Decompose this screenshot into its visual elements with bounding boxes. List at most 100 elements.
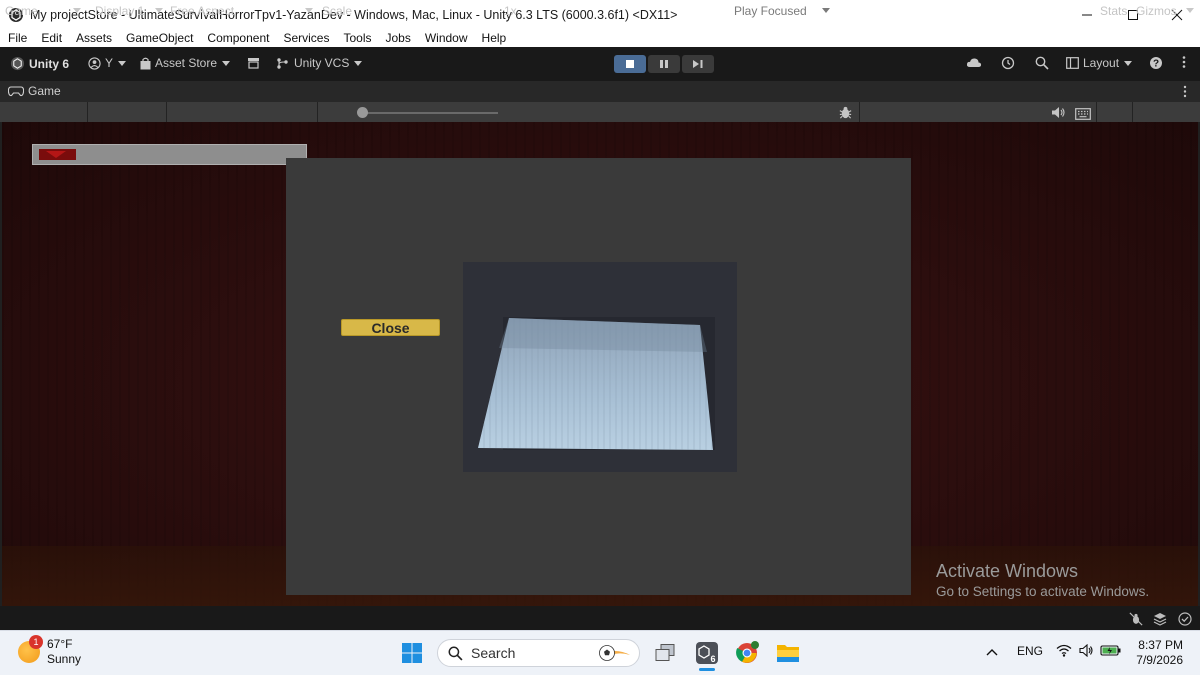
wifi-button[interactable] xyxy=(1056,644,1072,660)
divider xyxy=(317,102,318,122)
menu-tools[interactable]: Tools xyxy=(343,31,371,45)
taskbar-chrome-app[interactable] xyxy=(734,640,760,666)
divider xyxy=(87,102,88,122)
menu-services[interactable]: Services xyxy=(283,31,329,45)
paper-note-image xyxy=(478,318,713,450)
asset-store-button[interactable]: Asset Store xyxy=(140,56,231,70)
gamepad-icon xyxy=(8,85,24,96)
task-view-icon xyxy=(655,644,675,661)
unity-version-label: Unity 6 xyxy=(29,56,70,71)
package-button[interactable] xyxy=(247,57,264,69)
battery-charging-icon xyxy=(1100,645,1121,656)
search-button[interactable] xyxy=(1035,56,1053,70)
toolbar-more-button[interactable] xyxy=(1182,55,1190,69)
menu-bar: File Edit Assets GameObject Component Se… xyxy=(0,29,1200,47)
tab-game-label: Game xyxy=(28,84,61,98)
search-placeholder: Search xyxy=(471,645,516,661)
account-dropdown[interactable]: Y xyxy=(88,56,127,70)
step-icon xyxy=(693,60,703,68)
check-circle-icon xyxy=(1178,612,1192,626)
unity-vcs-dropdown[interactable]: Unity VCS xyxy=(276,56,363,70)
divider xyxy=(859,102,860,122)
volume-button[interactable] xyxy=(1079,643,1094,660)
menu-gameobject[interactable]: GameObject xyxy=(126,31,193,45)
chevron-down-icon xyxy=(118,60,127,66)
stop-button[interactable] xyxy=(614,55,646,73)
taskbar-explorer-app[interactable] xyxy=(775,640,801,666)
chevron-down-icon xyxy=(73,8,81,13)
tab-more-button[interactable] xyxy=(1183,85,1187,103)
unity-hub-icon: 6 xyxy=(696,642,718,664)
menu-jobs[interactable]: Jobs xyxy=(385,31,410,45)
game-view-toolbar xyxy=(0,102,1200,122)
chevron-down-icon xyxy=(354,60,363,66)
scale-slider-track[interactable] xyxy=(366,112,498,114)
layout-icon xyxy=(1066,57,1079,69)
clock-time: 8:37 PM xyxy=(1138,638,1183,652)
health-bar xyxy=(32,144,307,165)
aspect-select-value: Free Aspect xyxy=(170,3,235,18)
menu-window[interactable]: Window xyxy=(425,31,468,45)
bug-icon xyxy=(839,106,852,119)
close-button[interactable]: Close xyxy=(341,319,440,336)
sun-icon: 1 xyxy=(18,635,43,663)
scale-slider-handle[interactable] xyxy=(357,107,368,118)
speaker-icon xyxy=(1052,107,1065,118)
search-icon xyxy=(448,646,463,661)
game-view-select[interactable]: Game xyxy=(5,2,83,19)
shopping-bag-icon xyxy=(140,57,151,69)
chevron-down-icon xyxy=(155,8,163,13)
task-view-button[interactable] xyxy=(652,640,678,666)
status-bar xyxy=(0,606,1200,630)
menu-assets[interactable]: Assets xyxy=(76,31,112,45)
help-button[interactable]: ? xyxy=(1149,56,1167,70)
mute-audio-button[interactable] xyxy=(1051,104,1066,121)
layers-button[interactable] xyxy=(1153,612,1167,631)
gizmos-dropdown[interactable]: Gizmos xyxy=(1136,2,1194,19)
bug-off-icon xyxy=(1129,612,1143,626)
shortcuts-button[interactable] xyxy=(1075,105,1091,122)
pause-icon xyxy=(660,60,668,68)
package-icon xyxy=(248,58,259,69)
stop-icon xyxy=(626,60,634,68)
status-check-button[interactable] xyxy=(1178,612,1192,631)
keyboard-icon xyxy=(1075,107,1091,120)
weather-widget[interactable]: 1 67°F Sunny xyxy=(18,635,82,667)
cloud-button[interactable] xyxy=(966,57,986,68)
battery-button[interactable] xyxy=(1100,644,1122,660)
tab-bar: Game xyxy=(0,81,1200,102)
soccer-ball-icon xyxy=(599,645,630,661)
active-app-indicator xyxy=(699,668,715,671)
debug-button[interactable] xyxy=(838,104,853,121)
layout-dropdown[interactable]: Layout xyxy=(1066,56,1133,70)
taskbar-search[interactable]: Search xyxy=(437,639,640,667)
scale-value: 1x xyxy=(504,3,517,18)
display-select[interactable]: Display 1 xyxy=(95,2,163,19)
aspect-select[interactable]: Free Aspect xyxy=(170,2,313,19)
show-hidden-icons-button[interactable] xyxy=(986,645,998,659)
menu-help[interactable]: Help xyxy=(482,31,507,45)
gizmos-label: Gizmos xyxy=(1136,3,1177,18)
taskbar-unity-app[interactable]: 6 xyxy=(694,640,720,666)
unity-account-menu[interactable]: Unity 6 xyxy=(10,56,69,71)
menu-file[interactable]: File xyxy=(8,31,27,45)
pause-button[interactable] xyxy=(648,55,680,73)
menu-component[interactable]: Component xyxy=(207,31,269,45)
more-vertical-icon xyxy=(1182,56,1186,68)
play-focused-select[interactable]: Play Focused xyxy=(734,2,830,19)
stats-toggle[interactable]: Stats xyxy=(1100,2,1127,19)
history-button[interactable] xyxy=(1001,56,1019,70)
chevron-up-icon xyxy=(986,649,998,656)
menu-edit[interactable]: Edit xyxy=(41,31,62,45)
step-button[interactable] xyxy=(682,55,714,73)
branch-icon xyxy=(277,57,288,69)
display-select-value: Display 1 xyxy=(95,3,145,18)
start-button[interactable] xyxy=(399,640,425,666)
debug-off-button[interactable] xyxy=(1129,612,1143,631)
tab-game[interactable]: Game xyxy=(8,84,61,98)
taskbar-clock[interactable]: 8:37 PM 7/9/2026 xyxy=(1133,638,1183,668)
scale-label: Scale xyxy=(322,3,353,18)
chevron-down-icon xyxy=(1186,8,1194,13)
weather-description: Sunny xyxy=(47,652,82,666)
language-indicator[interactable]: ENG xyxy=(1017,644,1043,658)
